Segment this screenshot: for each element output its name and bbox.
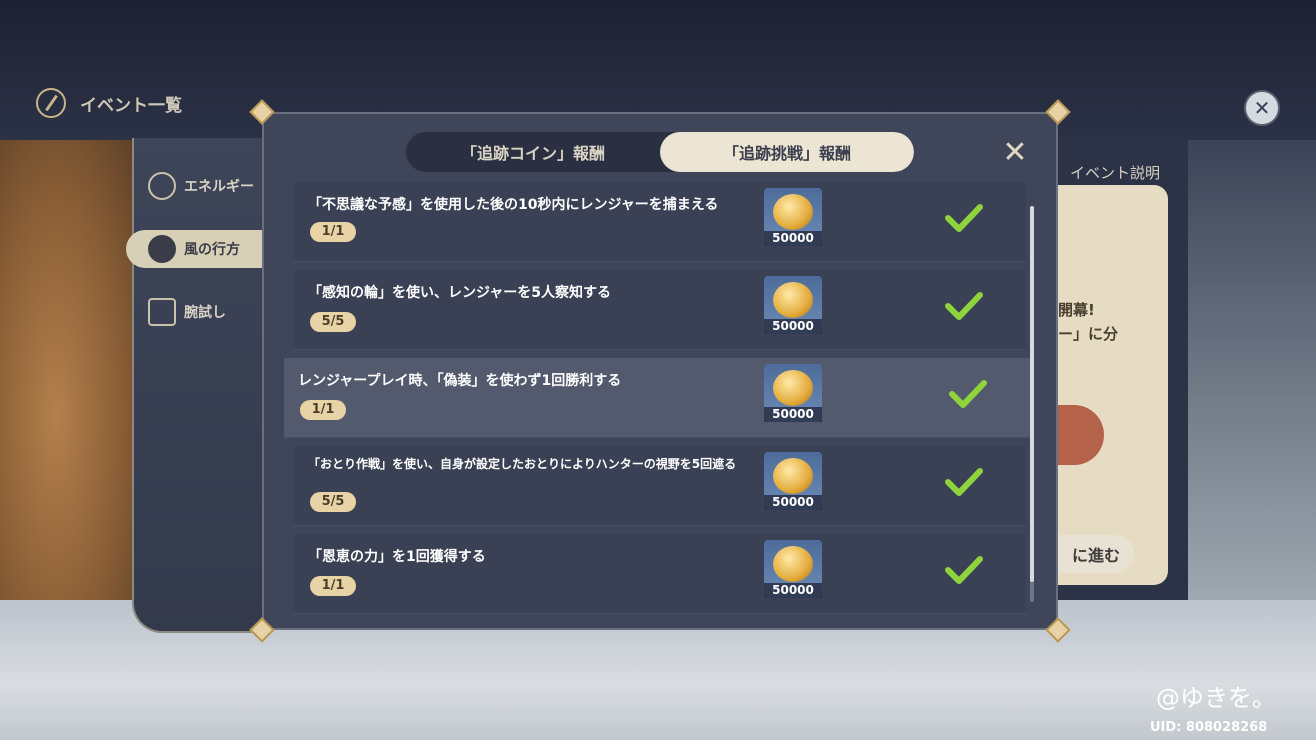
challenge-description: レンジャープレイ時、「偽装」を使わず1回勝利する — [298, 373, 622, 389]
tab-tracking-coin[interactable]: 「追跡コイン」報酬 — [406, 132, 660, 172]
event-banner-card: 開幕! ー」に分 に進む — [1058, 185, 1168, 585]
sidebar-item-label: 腕試し — [184, 305, 226, 321]
checkmark-icon — [945, 292, 983, 320]
checkmark-icon — [949, 380, 987, 408]
sidebar-item-energy[interactable]: エネルギー — [148, 172, 254, 200]
challenge-description: 「不思議な予感」を使用した後の10秒内にレンジャーを捕まえる — [308, 197, 719, 213]
event-sidebar: エネルギー 風の行方 腕試し — [126, 138, 266, 633]
reward-amount: 50000 — [764, 583, 822, 598]
sidebar-item-label: エネルギー — [184, 179, 254, 195]
sidebar-item-label: 風の行方 — [184, 242, 240, 258]
sidebar-item-trial[interactable]: 腕試し — [148, 298, 226, 326]
coin-icon — [773, 194, 813, 230]
progress-badge: 1/1 — [310, 576, 356, 596]
list-item: 「おとり作戦」を使い、自身が設定したおとりによりハンターの視野を5回遮る 5/5… — [294, 446, 1026, 526]
challenge-description: 「感知の輪」を使い、レンジャーを5人察知する — [308, 285, 612, 301]
sidebar-item-wind[interactable]: 風の行方 — [126, 230, 266, 268]
banner-illustration — [1058, 405, 1104, 465]
reward-item[interactable]: 50000 — [764, 276, 822, 334]
close-button[interactable]: ✕ — [1244, 90, 1280, 126]
watermark: @ゆきを。 — [1156, 684, 1276, 712]
compass-icon — [148, 172, 176, 200]
challenge-description: 「おとり作戦」を使い、自身が設定したおとりによりハンターの視野を5回遮る — [308, 457, 737, 471]
banner-text: 開幕! — [1058, 301, 1095, 319]
coin-icon — [773, 546, 813, 582]
challenge-list: 「不思議な予感」を使用した後の10秒内にレンジャーを捕まえる 1/1 50000… — [284, 182, 1036, 614]
compass-icon — [36, 88, 66, 118]
coin-icon — [773, 282, 813, 318]
uid-label: UID: 808028268 — [1150, 720, 1268, 735]
reward-amount: 50000 — [764, 319, 822, 334]
reward-item[interactable]: 50000 — [764, 364, 822, 422]
checkmark-icon — [945, 556, 983, 584]
rewards-dialog: 「追跡コイン」報酬 「追跡挑戦」報酬 ✕ 「不思議な予感」を使用した後の10秒内… — [249, 99, 1071, 643]
cards-icon — [148, 298, 176, 326]
checkmark-icon — [945, 204, 983, 232]
progress-badge: 5/5 — [310, 492, 356, 512]
challenge-description: 「恩恵の力」を1回獲得する — [308, 549, 486, 565]
list-item: 「感知の輪」を使い、レンジャーを5人察知する 5/5 50000 — [294, 270, 1026, 350]
reward-tabs: 「追跡コイン」報酬 「追跡挑戦」報酬 — [406, 132, 914, 172]
coin-icon — [773, 370, 813, 406]
tab-tracking-challenge[interactable]: 「追跡挑戦」報酬 — [660, 132, 914, 172]
reward-amount: 50000 — [764, 407, 822, 422]
reward-amount: 50000 — [764, 495, 822, 510]
reward-item[interactable]: 50000 — [764, 452, 822, 510]
list-item: 「不思議な予感」を使用した後の10秒内にレンジャーを捕まえる 1/1 50000 — [294, 182, 1026, 262]
scrollbar[interactable] — [1030, 206, 1034, 602]
event-description-label: イベント説明 — [1070, 164, 1161, 182]
background-map — [0, 140, 140, 600]
coin-icon — [773, 458, 813, 494]
dialog-close-button[interactable]: ✕ — [1000, 138, 1030, 168]
close-icon: ✕ — [1002, 135, 1028, 170]
progress-badge: 1/1 — [310, 222, 356, 242]
event-list-title: イベント一覧 — [80, 95, 182, 116]
reward-item[interactable]: 50000 — [764, 188, 822, 246]
progress-badge: 1/1 — [300, 400, 346, 420]
proceed-button[interactable]: に進む — [1058, 535, 1134, 573]
checkmark-icon — [945, 468, 983, 496]
progress-badge: 5/5 — [310, 312, 356, 332]
close-icon: ✕ — [1253, 96, 1271, 120]
masked-cat-icon — [148, 235, 176, 263]
reward-item[interactable]: 50000 — [764, 540, 822, 598]
list-item: 「恩恵の力」を1回獲得する 1/1 50000 — [294, 534, 1026, 614]
list-item: レンジャープレイ時、「偽装」を使わず1回勝利する 1/1 50000 — [284, 358, 1030, 438]
event-list-header: イベント一覧 — [36, 88, 182, 118]
scrollbar-thumb[interactable] — [1030, 206, 1034, 582]
reward-amount: 50000 — [764, 231, 822, 246]
banner-text: ー」に分 — [1058, 325, 1119, 343]
